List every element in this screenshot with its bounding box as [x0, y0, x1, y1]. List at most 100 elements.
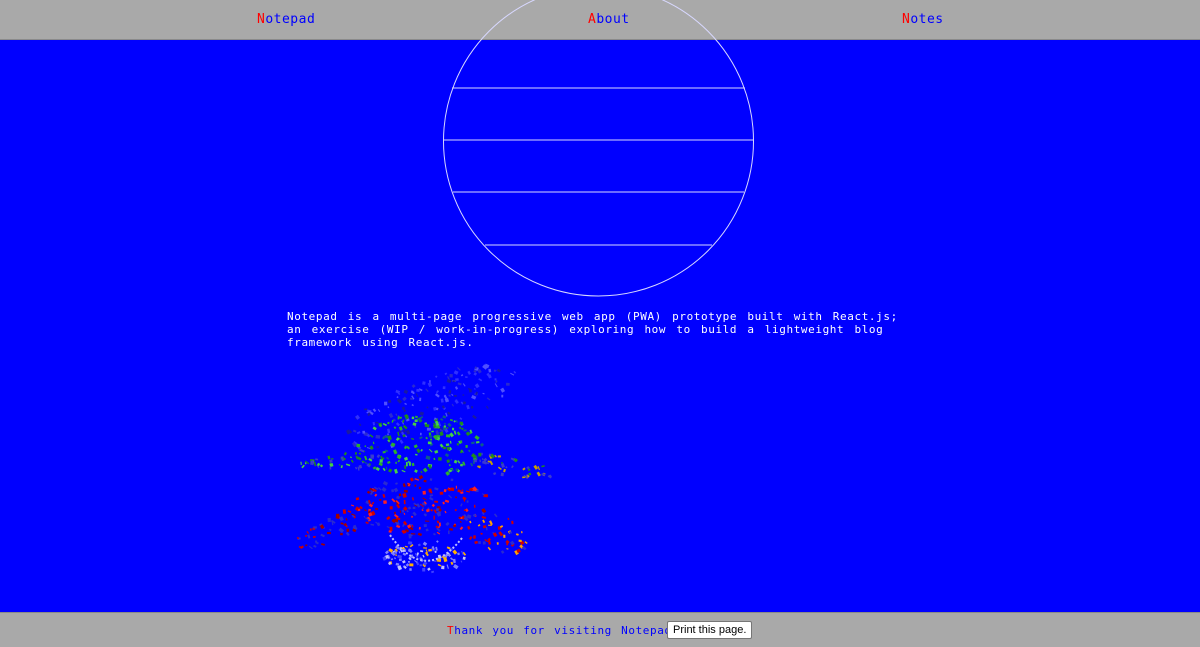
creature-speckle	[446, 564, 449, 569]
creature-speckle	[447, 422, 452, 428]
creature-speckle	[443, 425, 447, 428]
creature-speckle	[422, 490, 426, 495]
creature-speckle	[473, 370, 477, 373]
creature-speckle	[410, 533, 416, 535]
print-page-button[interactable]: Print this page.	[667, 621, 753, 639]
creature-speckle	[346, 429, 351, 435]
creature-speckle	[404, 465, 407, 469]
creature-speckle	[408, 484, 410, 487]
creature-speckle	[433, 515, 435, 520]
creature-speckle	[382, 467, 386, 472]
creature-speckle	[383, 500, 387, 504]
creature-speckle	[435, 390, 440, 394]
creature-speckle	[320, 533, 325, 538]
creature-speckle	[470, 462, 474, 467]
creature-speckle	[372, 426, 377, 431]
creature-speckle	[375, 434, 381, 439]
creature-speckle	[427, 441, 432, 445]
creature-speckle	[399, 558, 402, 561]
creature-speckle	[503, 468, 506, 473]
creature-speckle	[398, 426, 403, 431]
creature-speckle	[327, 532, 331, 535]
creature-speckle	[305, 544, 308, 547]
creature-speckle	[440, 418, 444, 421]
creature-speckle	[407, 506, 412, 510]
creature-speckle	[391, 489, 395, 493]
creature-speckle	[347, 510, 352, 513]
creature-speckle	[453, 370, 459, 375]
creature-speckle	[479, 459, 481, 463]
creature-speckle	[379, 459, 383, 463]
intro-paragraph: Notepad is a multi-page progressive web …	[287, 310, 898, 349]
creature-speckle	[511, 465, 514, 469]
creature-speckle	[395, 422, 400, 427]
creature-speckle	[386, 526, 390, 528]
creature-speckle	[376, 446, 379, 449]
creature-speckle	[482, 519, 486, 524]
creature-speckle	[387, 399, 392, 404]
creature-speckle	[457, 460, 461, 464]
creature-speckle	[412, 422, 417, 426]
creature-speckle	[369, 445, 374, 450]
creature-speckle	[308, 545, 313, 550]
creature-speckle	[393, 557, 397, 560]
creature-speckle	[427, 382, 433, 388]
creature-speckle	[395, 413, 398, 416]
creature-speckle	[354, 451, 358, 455]
creature-speckle	[346, 528, 350, 532]
creature-speckle	[415, 393, 419, 398]
creature-speckle	[365, 521, 369, 525]
creature-speckle	[393, 511, 396, 514]
creature-speckle	[427, 567, 431, 571]
creature-speckle	[454, 395, 457, 397]
creature-speckle	[442, 415, 447, 419]
creature-speckle	[452, 558, 456, 564]
creature-speckle	[387, 460, 391, 464]
creature-speckle	[396, 398, 403, 404]
creature-speckle	[305, 535, 308, 537]
creature-speckle	[403, 409, 407, 413]
creature-speckle	[450, 458, 453, 461]
creature-speckle	[426, 406, 429, 409]
nav-link-notes[interactable]: Notes	[902, 12, 944, 27]
creature-speckle	[513, 370, 517, 374]
creature-speckle	[412, 511, 417, 517]
creature-speckle	[414, 419, 418, 423]
creature-speckle	[541, 465, 545, 468]
creature-speckle	[397, 554, 403, 559]
creature-speckle	[474, 435, 480, 441]
creature-speckle	[478, 452, 482, 457]
creature-speckle	[414, 425, 417, 429]
creature-speckle	[448, 394, 451, 397]
footer-thanks-rest: hank you for visiting Notepad.	[454, 624, 679, 637]
creature-speckle	[431, 570, 435, 574]
creature-speckle	[425, 388, 429, 392]
nav-link-notepad[interactable]: Notepad	[257, 12, 315, 27]
creature-speckle	[434, 450, 439, 454]
creature-speckle	[450, 561, 454, 566]
creature-speckle	[372, 441, 375, 445]
creature-speckle	[463, 429, 467, 432]
creature-speckle	[488, 368, 492, 373]
creature-speckle	[425, 520, 430, 522]
creature-speckle	[425, 528, 429, 532]
creature-speckle	[461, 489, 464, 492]
creature-speckle	[485, 526, 488, 531]
creature-speckle	[423, 479, 427, 483]
creature-speckle	[454, 508, 458, 512]
creature-speckle	[450, 478, 454, 482]
creature-speckle	[371, 501, 375, 505]
creature-speckle	[473, 372, 478, 376]
creature-speckle	[466, 514, 472, 519]
creature-speckle	[459, 421, 464, 426]
creature-speckle	[457, 367, 461, 371]
creature-speckle	[431, 430, 434, 433]
creature-speckle	[448, 530, 450, 535]
creature-speckle	[418, 526, 421, 530]
creature-speckle	[327, 517, 331, 523]
creature-speckle	[403, 499, 406, 505]
creature-speckle	[448, 390, 452, 394]
creature-speckle	[414, 560, 418, 563]
creature-speckle	[455, 468, 459, 472]
creature-speckle	[313, 461, 317, 467]
